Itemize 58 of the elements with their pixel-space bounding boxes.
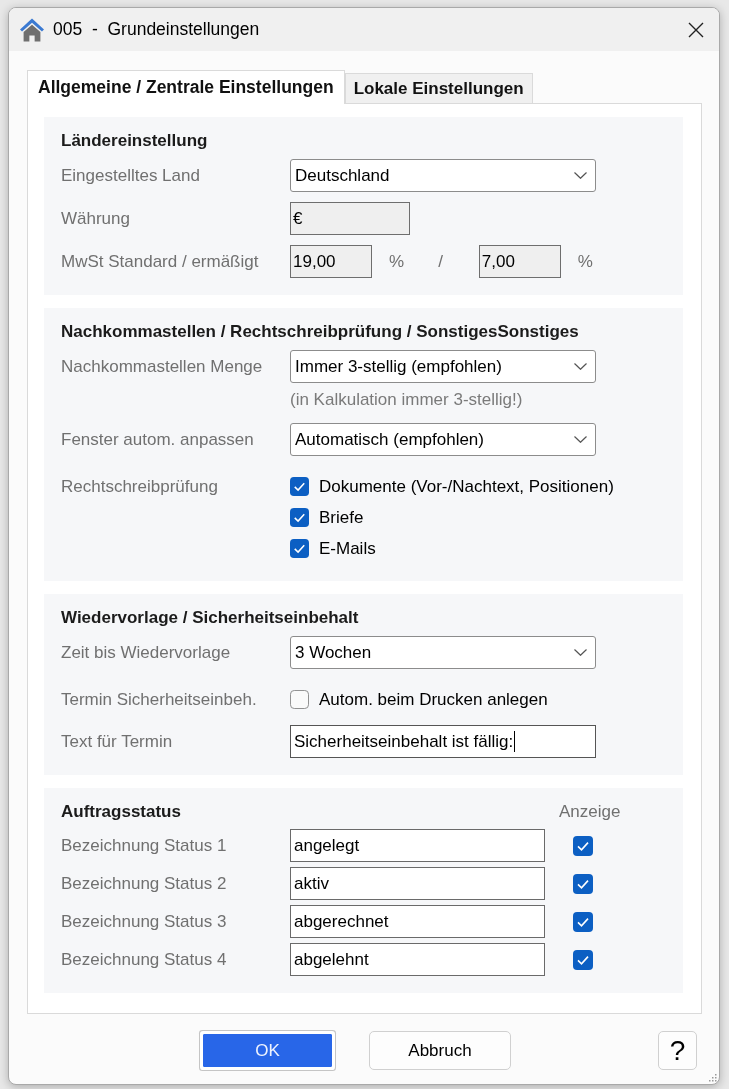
- field-label: Währung: [61, 208, 131, 230]
- chevron-down-icon: [574, 172, 587, 179]
- window-title: 005 - Grundeinstellungen: [53, 19, 260, 40]
- checkbox[interactable]: [290, 477, 309, 496]
- text-field[interactable]: aktiv: [290, 867, 545, 900]
- checkbox-label: Briefe: [319, 507, 364, 528]
- field-label: Bezeichnung Status 2: [61, 873, 228, 895]
- close-icon[interactable]: [688, 21, 704, 38]
- column-header: Anzeige: [559, 801, 622, 823]
- dropdown[interactable]: Automatisch (empfohlen): [290, 423, 596, 456]
- chevron-down-icon: [574, 436, 587, 443]
- field-label: Text für Termin: [61, 731, 174, 753]
- readonly-field[interactable]: 7,00: [478, 245, 561, 278]
- tab[interactable]: Lokale Einstellungen: [344, 73, 533, 103]
- unit-label: %: [577, 251, 593, 272]
- group-title: Wiedervorlage / Sicherheitseinbehalt: [61, 607, 360, 629]
- field-label: Rechtschreibprüfung: [61, 476, 219, 498]
- checkbox[interactable]: [573, 949, 593, 970]
- checkbox[interactable]: [290, 690, 309, 709]
- text-field[interactable]: abgelehnt: [290, 943, 545, 976]
- field-label: Bezeichnung Status 4: [61, 949, 228, 971]
- field-label: Bezeichnung Status 1: [61, 835, 228, 857]
- group-title: Nachkommastellen / Rechtschreibprüfung / SonstigesSonstiges: [61, 321, 580, 343]
- resize-grip-icon[interactable]: [708, 1073, 717, 1082]
- help-button[interactable]: ?: [658, 1031, 697, 1070]
- readonly-field[interactable]: €: [290, 202, 410, 235]
- dialog-button[interactable]: Abbruch: [369, 1031, 511, 1070]
- chevron-down-icon: [574, 363, 587, 370]
- checkbox[interactable]: [573, 911, 593, 932]
- field-label: Zeit bis Wiedervorlage: [61, 642, 232, 664]
- text-field[interactable]: abgerechnet: [290, 905, 545, 938]
- hint-text: (in Kalkulation immer 3-stellig!): [290, 390, 523, 410]
- text-field[interactable]: angelegt: [290, 829, 545, 862]
- chevron-down-icon: [574, 649, 587, 656]
- tab[interactable]: Allgemeine / Zentrale Einstellungen: [27, 70, 345, 104]
- checkbox[interactable]: [290, 539, 309, 558]
- dropdown[interactable]: 3 Wochen: [290, 636, 596, 669]
- dropdown[interactable]: Immer 3-stellig (empfohlen): [290, 350, 596, 383]
- house-icon: [20, 17, 44, 42]
- field-label: Nachkommastellen Menge: [61, 356, 264, 378]
- checkbox-label: Autom. beim Drucken anlegen: [319, 689, 548, 710]
- checkbox-label: E-Mails: [319, 538, 376, 559]
- field-label: Termin Sicherheitseinbeh.: [61, 689, 258, 711]
- field-label: Bezeichnung Status 3: [61, 911, 228, 933]
- group-title: Auftragsstatus: [61, 801, 182, 823]
- separator-text: /: [438, 251, 443, 272]
- checkbox[interactable]: [290, 508, 309, 527]
- readonly-field[interactable]: 19,00: [290, 245, 372, 278]
- group-title: Ländereinstellung: [61, 130, 209, 152]
- field-label: Fenster autom. anpassen: [61, 429, 255, 451]
- checkbox[interactable]: [573, 873, 593, 894]
- checkbox[interactable]: [573, 835, 593, 856]
- field-label: MwSt Standard / ermäßigt: [61, 251, 260, 273]
- checkbox-label: Dokumente (Vor-/Nachtext, Positionen): [319, 476, 614, 497]
- unit-label: %: [389, 251, 405, 272]
- text-field[interactable]: Sicherheitseinbehalt ist fällig:: [290, 725, 596, 758]
- dropdown[interactable]: Deutschland: [290, 159, 596, 192]
- field-label: Eingestelltes Land: [61, 165, 201, 187]
